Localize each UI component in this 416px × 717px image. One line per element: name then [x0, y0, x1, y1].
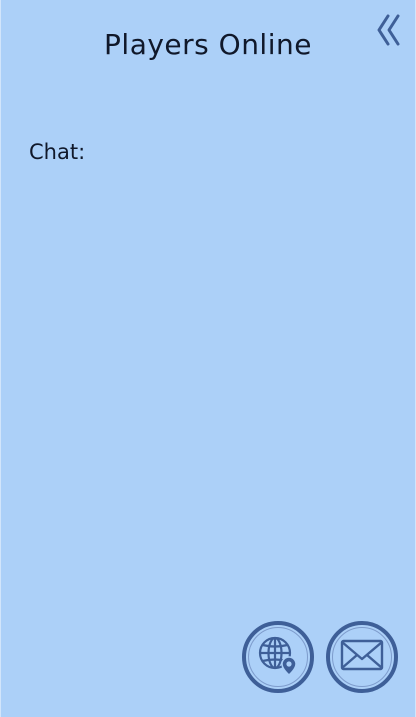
map-button[interactable]: [242, 621, 314, 693]
panel-title: Players Online: [104, 28, 312, 61]
double-chevron-left-icon: [376, 13, 402, 52]
chat-label: Chat:: [29, 140, 86, 164]
chat-message-list[interactable]: [29, 172, 395, 607]
envelope-icon: [339, 635, 385, 680]
collapse-panel-button[interactable]: [373, 14, 405, 50]
players-online-panel: Players Online Chat:: [0, 0, 416, 717]
globe-location-icon: [254, 631, 302, 684]
messages-button[interactable]: [326, 621, 398, 693]
